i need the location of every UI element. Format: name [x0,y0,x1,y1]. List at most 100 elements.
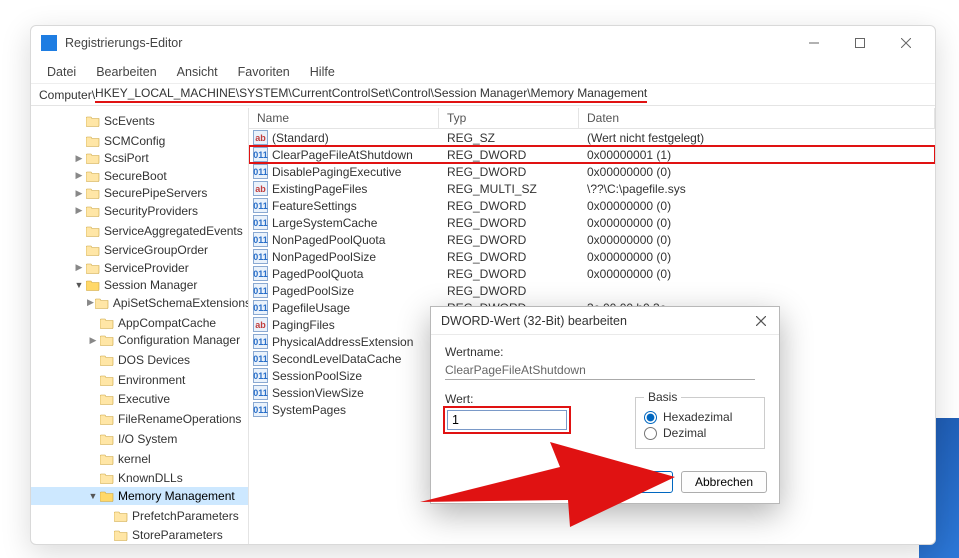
value-data-input[interactable] [447,410,567,430]
registry-value-row[interactable]: 011NonPagedPoolSizeREG_DWORD0x00000000 (… [249,248,935,265]
reg-binary-icon: 011 [253,368,268,383]
value-type: REG_DWORD [439,216,579,230]
registry-value-row[interactable]: 011DisablePagingExecutiveREG_DWORD0x0000… [249,163,935,180]
folder-icon [100,374,114,386]
value-name: PhysicalAddressExtension [272,335,413,349]
registry-value-row[interactable]: 011ClearPageFileAtShutdownREG_DWORD0x000… [249,146,935,163]
menu-view[interactable]: Ansicht [169,63,226,81]
dialog-close-button[interactable] [747,309,775,333]
chevron-icon[interactable]: ▶ [73,170,85,181]
registry-value-row[interactable]: 011PagedPoolQuotaREG_DWORD0x00000000 (0) [249,265,935,282]
tree-item-kernel[interactable]: kernel [31,450,248,468]
radio-hex[interactable]: Hexadezimal [644,410,756,424]
column-name[interactable]: Name [249,108,439,128]
chevron-icon[interactable]: ▼ [73,280,85,290]
reg-string-icon: ab [253,181,268,196]
registry-value-row[interactable]: abExistingPageFilesREG_MULTI_SZ\??\C:\pa… [249,180,935,197]
tree-item-configuration-manager[interactable]: ▶ Configuration Manager [31,331,248,349]
menu-file[interactable]: Datei [39,63,84,81]
tree-item-apisetschemaextensions[interactable]: ▶ApiSetSchemaExtensions [31,294,248,312]
tree-item-secureboot[interactable]: ▶SecureBoot [31,167,248,185]
value-type: REG_DWORD [439,165,579,179]
menu-favorites[interactable]: Favoriten [230,63,298,81]
reg-binary-icon: 011 [253,283,268,298]
tree-pane[interactable]: ScEventsSCMConfig▶ScsiPort▶SecureBoot▶Se… [31,108,249,544]
chevron-icon[interactable]: ▶ [73,262,85,273]
reg-binary-icon: 011 [253,232,268,247]
value-data: (Wert nicht festgelegt) [579,131,935,145]
tree-item-scevents[interactable]: ScEvents [31,112,248,130]
reg-binary-icon: 011 [253,164,268,179]
chevron-icon[interactable]: ▶ [73,188,85,199]
tree-item-i-o-system[interactable]: I/O System [31,430,248,448]
registry-value-row[interactable]: 011LargeSystemCacheREG_DWORD0x00000000 (… [249,214,935,231]
value-type: REG_DWORD [439,250,579,264]
basis-legend: Basis [644,390,681,404]
folder-icon [100,453,114,465]
reg-binary-icon: 011 [253,266,268,281]
tree-item-session-manager[interactable]: ▼Session Manager [31,277,248,295]
tree-item-label: kernel [118,452,151,466]
menu-edit[interactable]: Bearbeiten [88,63,164,81]
tree-item-executive[interactable]: Executive [31,391,248,409]
chevron-icon[interactable]: ▼ [87,491,99,501]
registry-value-row[interactable]: 011NonPagedPoolQuotaREG_DWORD0x00000000 … [249,231,935,248]
value-data: 0x00000000 (0) [579,267,935,281]
tree-item-environment[interactable]: Environment [31,371,248,389]
radio-dec[interactable]: Dezimal [644,426,756,440]
cancel-button[interactable]: Abbrechen [681,471,767,493]
radio-dec-input[interactable] [644,427,657,440]
address-prefix: Computer\ [39,88,95,102]
registry-value-row[interactable]: 011FeatureSettingsREG_DWORD0x00000000 (0… [249,197,935,214]
folder-icon [100,334,114,346]
value-type: REG_DWORD [439,284,579,298]
tree-item-securepipeservers[interactable]: ▶SecurePipeServers [31,185,248,203]
tree-item-dos-devices[interactable]: DOS Devices [31,351,248,369]
tree-item-label: DOS Devices [118,353,190,367]
registry-value-row[interactable]: ab(Standard)REG_SZ(Wert nicht festgelegt… [249,129,935,146]
maximize-button[interactable] [837,26,883,60]
tree-item-knowndlls[interactable]: KnownDLLs [31,470,248,488]
tree-item-serviceprovider[interactable]: ▶ServiceProvider [31,259,248,277]
tree-item-label: Configuration Manager [118,333,240,347]
value-name: PagedPoolSize [272,284,354,298]
close-button[interactable] [883,26,929,60]
tree-item-securityproviders[interactable]: ▶ SecurityProviders [31,202,248,220]
value-name: SessionViewSize [272,386,364,400]
folder-icon [86,279,100,291]
titlebar: Registrierungs-Editor [31,26,935,60]
address-bar[interactable]: Computer\HKEY_LOCAL_MACHINE\SYSTEM\Curre… [31,84,935,106]
tree-item-scmconfig[interactable]: SCMConfig [31,132,248,150]
tree-item-memory-management[interactable]: ▼Memory Management [31,487,248,505]
column-data[interactable]: Daten [579,108,935,128]
chevron-icon[interactable]: ▶ [73,153,85,164]
radio-hex-input[interactable] [644,411,657,424]
reg-binary-icon: 011 [253,402,268,417]
tree-item-prefetchparameters[interactable]: PrefetchParameters [31,507,248,525]
ok-button[interactable]: OK [587,471,673,493]
folder-icon [100,490,114,502]
chevron-icon[interactable]: ▶ [73,205,85,216]
value-name: NonPagedPoolSize [272,250,376,264]
minimize-button[interactable] [791,26,837,60]
tree-item-filerenameoperations[interactable]: FileRenameOperations [31,410,248,428]
menu-help[interactable]: Hilfe [302,63,343,81]
tree-item-storeparameters[interactable]: StoreParameters [31,527,248,545]
folder-icon [86,262,100,274]
value-data: 0x00000000 (0) [579,233,935,247]
tree-item-appcompatcache[interactable]: AppCompatCache [31,314,248,332]
value-type: REG_MULTI_SZ [439,182,579,196]
radio-dec-label: Dezimal [663,426,706,440]
registry-value-row[interactable]: 011 PagedPoolSize REG_DWORD [249,282,935,299]
tree-item-servicegrouporder[interactable]: ServiceGroupOrder [31,242,248,260]
tree-item-label: SecurityProviders [104,204,198,218]
folder-icon [100,317,114,329]
tree-item-scsiport[interactable]: ▶ScsiPort [31,150,248,168]
value-name: SystemPages [272,403,346,417]
basis-group: Basis Hexadezimal Dezimal [635,390,765,449]
chevron-icon[interactable]: ▶ [87,297,94,308]
chevron-icon[interactable]: ▶ [87,335,99,346]
value-data: \??\C:\pagefile.sys [579,182,935,196]
column-type[interactable]: Typ [439,108,579,128]
tree-item-serviceaggregatedevents[interactable]: ServiceAggregatedEvents [31,222,248,240]
